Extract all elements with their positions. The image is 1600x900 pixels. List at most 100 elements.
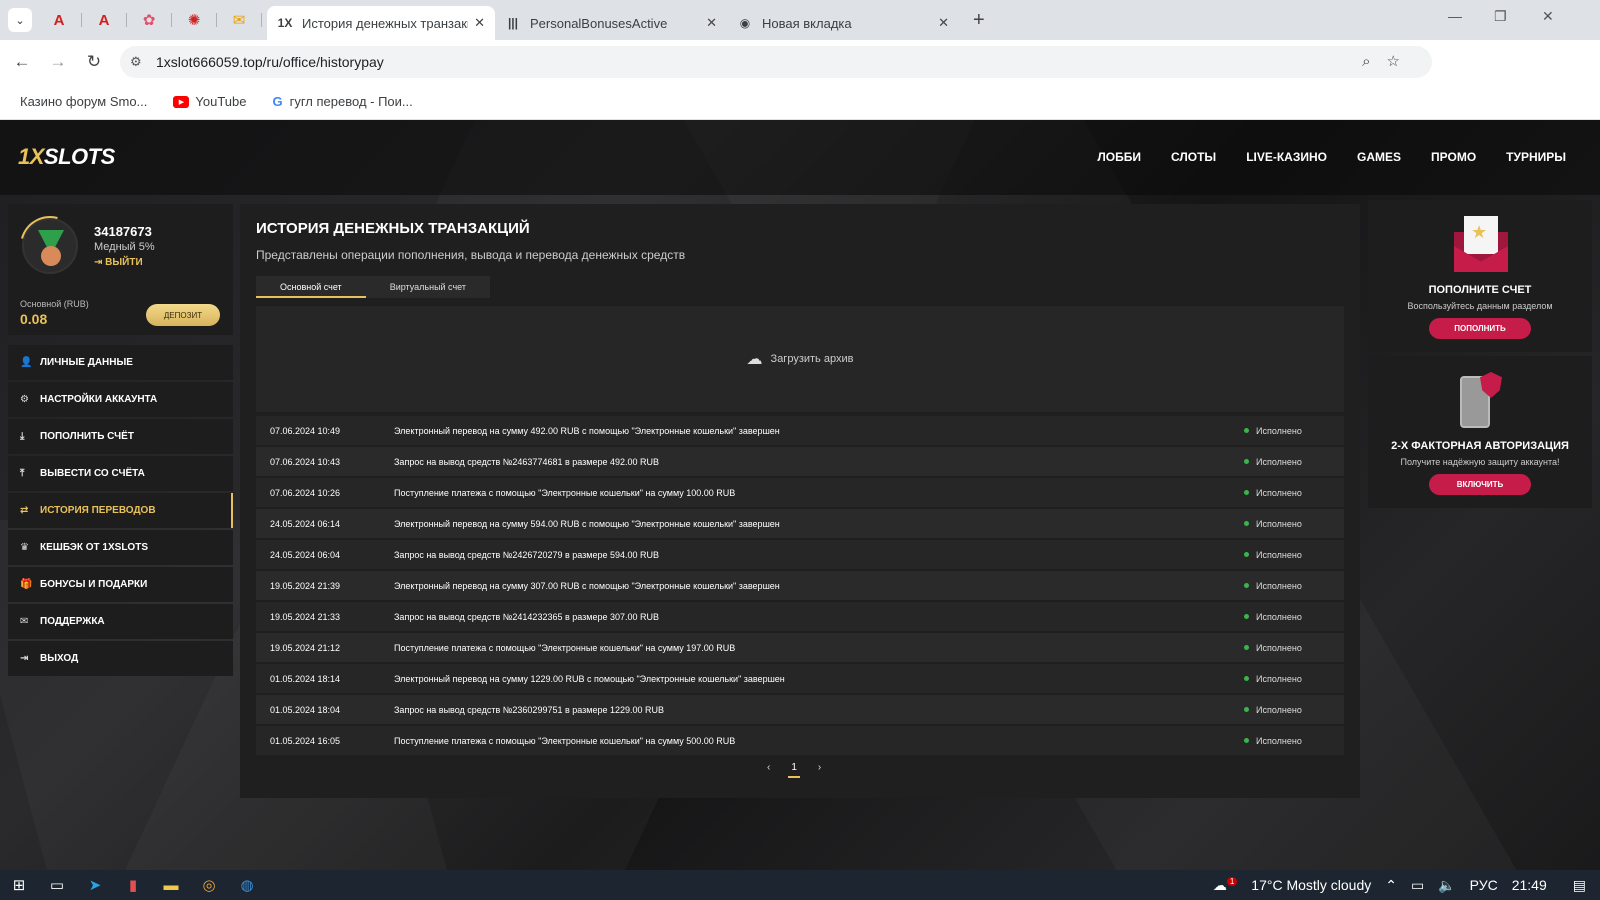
pinned-tab-0-icon[interactable]: A [41,4,82,36]
network-icon[interactable]: ▭ [1411,877,1424,894]
notifications-icon[interactable]: ▤ [1573,877,1586,894]
table-row: 24.05.2024 06:14 Электронный перевод на с… [256,509,1344,538]
sidebar-item-2[interactable]: ⤓ ПОПОЛНИТЬ СЧЁТ [8,419,233,454]
transaction-description: Электронный перевод на сумму 307.00 RUB … [394,581,780,591]
logout-link[interactable]: ⇥ ВЫЙТИ [94,257,143,268]
sidebar-item-0[interactable]: 👤 ЛИЧНЫЕ ДАННЫЕ [8,345,233,380]
zoom-icon[interactable]: ⌕ [1362,53,1386,70]
menu-item-2[interactable]: LIVE-КАЗИНО [1246,150,1327,164]
transaction-date: 07.06.2024 10:49 [270,426,341,436]
browser-tab-2[interactable]: ◉ Новая вкладка ✕ [727,6,959,40]
app-icon[interactable]: ▮ [114,876,152,894]
download-icon: ⤓ [20,431,25,442]
transaction-date: 24.05.2024 06:04 [270,550,341,560]
windows-start-icon[interactable]: ⊞ [0,876,38,894]
table-row: 07.06.2024 10:49 Электронный перевод на с… [256,416,1344,445]
tab-title: Новая вкладка [762,15,852,31]
account-id: 34187673 [94,224,152,239]
status-dot-icon [1244,738,1249,743]
restore-icon[interactable]: ❐ [1494,8,1507,25]
download-archive-button[interactable]: ☁ Загрузить архив [256,306,1344,412]
transaction-date: 01.05.2024 16:05 [270,736,341,746]
weather-cloud-icon[interactable]: ☁ 1 [1213,877,1238,894]
sidebar-item-3[interactable]: ⤒ ВЫВЕСТИ СО СЧЁТА [8,456,233,491]
prev-page-icon[interactable]: ‹ [767,762,770,778]
weather-text[interactable]: 17°C Mostly cloudy [1251,877,1371,893]
url-bar[interactable]: ⚙ 1xslot666059.top/ru/office/historypay … [120,46,1432,78]
bookmark-2[interactable]: Gгугл перевод - Пои... [266,94,418,109]
two-factor-button[interactable]: ВКЛЮЧИТЬ [1429,474,1531,495]
page-number[interactable]: 1 [788,762,800,778]
tab-virtual-account[interactable]: Виртуальный счет [366,276,490,298]
bookmark-star-icon[interactable]: ☆ [1387,53,1416,70]
transaction-description: Электронный перевод на сумму 1229.00 RUB… [394,674,785,684]
bookmark-1[interactable]: ▶ YouTube [167,94,252,109]
menu-item-0[interactable]: ЛОББИ [1097,150,1141,164]
tab-close-icon[interactable]: ✕ [474,15,485,31]
chrome-icon[interactable]: ◎ [190,876,228,894]
transaction-date: 01.05.2024 18:14 [270,674,341,684]
forward-icon[interactable]: → [40,52,76,72]
tray-chevron-icon[interactable]: ⌃ [1385,877,1397,894]
sidebar-item-label: КЕШБЭК ОТ 1XSLOTS [40,542,148,553]
deposit-promo-card: ★ ПОПОЛНИТЕ СЧЕТ Воспользуйтесь данным р… [1368,200,1592,352]
reload-icon[interactable]: ↻ [76,52,112,72]
transaction-status: Исполнено [1256,457,1302,467]
tab-main-account[interactable]: Основной счет [256,276,366,298]
bookmark-0[interactable]: Казино форум Smo... [14,94,153,109]
sidebar-item-label: ВЫХОД [40,653,79,664]
transaction-status: Исполнено [1256,643,1302,653]
language-indicator[interactable]: РУС [1470,877,1498,893]
pinned-tab-2-icon[interactable]: ✿ [131,4,172,36]
transaction-description: Электронный перевод на сумму 492.00 RUB … [394,426,780,436]
deposit-card-subtitle: Воспользуйтесь данным разделом [1407,301,1553,311]
transaction-status: Исполнено [1256,550,1302,560]
back-icon[interactable]: ← [4,52,40,72]
sidebar-item-7[interactable]: ✉ ПОДДЕРЖКА [8,604,233,639]
clock[interactable]: 21:49 [1512,877,1547,893]
tab-search-dropdown[interactable]: ⌄ [8,8,32,32]
menu-item-3[interactable]: GAMES [1357,150,1401,164]
deposit-button[interactable]: ДЕПОЗИТ [146,304,220,326]
table-row: 01.05.2024 16:05 Поступление платежа с по… [256,726,1344,755]
sidebar-item-4[interactable]: ⇄ ИСТОРИЯ ПЕРЕВОДОВ [8,493,233,528]
volume-icon[interactable]: 🔈 [1438,877,1455,894]
bookmarks-bar: Казино форум Smo... ▶ YouTube Gгугл перевод… [0,84,1600,120]
site-settings-icon[interactable]: ⚙ [130,54,142,70]
tab-title: PersonalBonusesActive [530,15,668,31]
transaction-date: 07.06.2024 10:43 [270,457,341,467]
tab-close-icon[interactable]: ✕ [938,15,949,31]
next-page-icon[interactable]: › [818,762,821,778]
browser-tab-1[interactable]: ||| PersonalBonusesActive ✕ [495,6,727,40]
pinned-tab-4-icon[interactable]: ✉ [221,4,262,36]
logout-icon: ⇥ [94,257,106,268]
transaction-date: 07.06.2024 10:26 [270,488,341,498]
sidebar-item-5[interactable]: ♛ КЕШБЭК ОТ 1XSLOTS [8,530,233,565]
site-logo[interactable]: 1XSLOTS [18,144,115,170]
table-row: 19.05.2024 21:12 Поступление платежа с по… [256,633,1344,662]
menu-item-4[interactable]: ПРОМО [1431,150,1476,164]
sidebar-item-6[interactable]: 🎁 БОНУСЫ И ПОДАРКИ [8,567,233,602]
minimize-icon[interactable]: — [1448,8,1462,24]
deposit-card-button[interactable]: ПОПОЛНИТЬ [1429,318,1531,339]
task-view-icon[interactable]: ▭ [38,876,76,894]
table-row: 01.05.2024 18:14 Электронный перевод на с… [256,664,1344,693]
sidebar-item-8[interactable]: ⇥ ВЫХОД [8,641,233,676]
transaction-status: Исполнено [1256,612,1302,622]
new-tab-button[interactable]: + [973,9,985,32]
browser-app-icon[interactable]: ◍ [228,876,266,894]
sidebar-item-1[interactable]: ⚙ НАСТРОЙКИ АККАУНТА [8,382,233,417]
pinned-tab-3-icon[interactable]: ✺ [176,4,217,36]
pinned-tab-1-icon[interactable]: A [86,4,127,36]
menu-item-5[interactable]: ТУРНИРЫ [1506,150,1566,164]
pagination: ‹ 1 › [758,762,830,778]
file-explorer-icon[interactable]: ▬ [152,877,190,894]
telegram-icon[interactable]: ➤ [76,876,114,894]
tab-close-icon[interactable]: ✕ [706,15,717,31]
browser-tab-0[interactable]: 1X История денежных транзакци ✕ [267,6,495,40]
table-row: 19.05.2024 21:39 Электронный перевод на с… [256,571,1344,600]
menu-item-1[interactable]: СЛОТЫ [1171,150,1216,164]
close-window-icon[interactable]: ✕ [1542,8,1554,25]
table-row: 01.05.2024 18:04 Запрос на вывод средств … [256,695,1344,724]
browser-tab-bar: ⌄ A A ✿ ✺ ✉ 1X История денежных транзакци ✕ |||… [0,0,1600,40]
